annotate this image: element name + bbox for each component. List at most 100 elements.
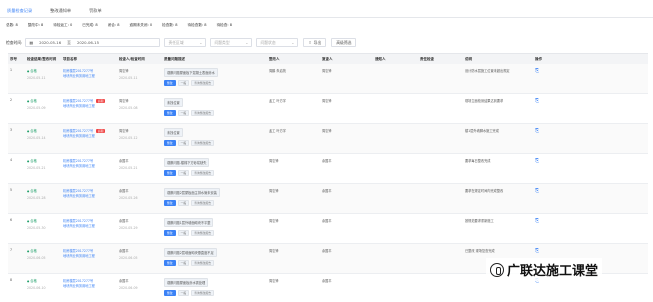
rectify-tag[interactable]: 整改 (164, 170, 176, 176)
severity-tag[interactable]: 一般 (177, 290, 190, 296)
report-link[interactable]: 查询整改报告 (191, 110, 215, 116)
project-subname[interactable]: 地块商业商务用地工程 (63, 133, 115, 138)
row-index: 1 (10, 68, 13, 72)
table-row[interactable]: 2合格2020-05-09机房楼层2017277号超期地块商业商务用地工程周忘锋… (8, 94, 648, 124)
report-link[interactable]: 查询整改报告 (191, 290, 215, 296)
row-index: 6 (10, 218, 13, 222)
rectify-tag[interactable]: 整改 (164, 140, 176, 146)
stat-item[interactable]: 总数: 8 (6, 23, 18, 28)
view-detail-icon[interactable]: ⎘ (535, 218, 539, 224)
table-row[interactable]: 4合格2020-05-21机房楼层2017277号地块商业商务用地工程余国平20… (8, 154, 648, 184)
date-filter-label: 检查时间: (6, 39, 23, 45)
reviewer-cell: 周忘锋 (322, 129, 332, 133)
issue-description[interactable]: 观察问题2层墙面砌块垂直度不足 (164, 248, 217, 257)
rectify-tag[interactable]: 整改 (164, 80, 176, 86)
stat-item[interactable]: 待检查: 8 (217, 23, 232, 28)
area-select[interactable]: 责任区域 ⌄ (164, 38, 207, 47)
view-detail-icon[interactable]: ⎘ (535, 128, 539, 134)
result-cell: 合格 2020-06-10 (25, 278, 61, 290)
view-detail-icon[interactable]: ⎘ (535, 68, 539, 74)
issue-description[interactable]: 观察问题2层屋板面主排水管未安装 (164, 188, 220, 197)
report-link[interactable]: 查询整改报告 (191, 230, 215, 236)
stat-item[interactable]: 待检返工: 0 (53, 23, 72, 28)
result-status: 合格 (27, 188, 59, 193)
inspector-cell: 余国平 2020-05-21 (117, 158, 162, 170)
inspection-date: 2020-06-05 (119, 256, 138, 260)
severity-tag[interactable]: 一般 (177, 140, 190, 146)
issue-description[interactable]: 观察问题-楼梯下方砂浆缺失 (164, 158, 210, 167)
result-cell: 合格 2020-05-30 (25, 218, 61, 230)
inspector-name: 余国平 (119, 279, 129, 283)
inspection-date: 2020-05-26 (119, 196, 138, 200)
rectifier-cell: 周鹏 朱启苑 (269, 69, 286, 73)
inspection-date: 2020-06-09 (119, 286, 138, 290)
project-subname[interactable]: 地块商业商务用地工程 (63, 223, 115, 228)
stat-item[interactable]: 闭合: 8 (108, 23, 120, 28)
issue-description[interactable]: 观察问题1层外墙面砌块不平整 (164, 218, 214, 227)
table-row[interactable]: 6合格2020-05-30机房楼层2017277号地块商业商务用地工程余国平20… (8, 214, 648, 244)
report-link[interactable]: 查询整改报告 (191, 140, 215, 146)
severity-tag[interactable]: 一般 (177, 200, 190, 206)
table-row[interactable]: 1合格2020-05-11机房楼层2017277号地块商业商务用地工程周忘锋20… (8, 64, 648, 94)
severity-tag[interactable]: 一般 (177, 260, 190, 266)
issue-actions: 整改 一般 查询整改报告 (164, 140, 265, 146)
date-from[interactable]: 2020-05-16 (39, 40, 61, 45)
project-subname[interactable]: 地块商业商务用地工程 (63, 73, 115, 78)
stat-item[interactable]: 逾期未关闭: 0 (130, 23, 153, 28)
note-cell: 要求每日整改完成 (465, 159, 491, 163)
inspection-date: 2020-05-21 (119, 166, 138, 170)
overdue-badge: 超期 (96, 129, 106, 133)
stat-item[interactable]: 已完成: 8 (82, 23, 97, 28)
rectify-tag[interactable]: 整改 (164, 200, 176, 206)
severity-tag[interactable]: 一般 (177, 230, 190, 236)
date-range-picker[interactable]: ▦ 2020-05-16 至 2020-06-15 (25, 38, 161, 47)
project-subname[interactable]: 地块商业商务用地工程 (63, 163, 115, 168)
actions-cell: ⎘ (533, 68, 588, 74)
table-row[interactable]: 3合格2020-05-14机房楼层2017277号超期地块商业商务用地工程周忘锋… (8, 124, 648, 154)
rectify-tag[interactable]: 整改 (164, 230, 176, 236)
date-to[interactable]: 2020-06-15 (77, 40, 99, 45)
table-row[interactable]: 5合格2020-05-28机房楼层2017277号地块商业商务用地工程余国平20… (8, 184, 648, 214)
severity-tag[interactable]: 一般 (177, 170, 190, 176)
project-subname[interactable]: 地块商业商务用地工程 (63, 283, 115, 288)
issue-actions: 整改 一般 查询整改报告 (164, 290, 265, 296)
issue-type-select[interactable]: 问题类型 ⌄ (210, 38, 253, 47)
issue-actions: 整改 一般 查询整改报告 (164, 230, 265, 236)
project-subname[interactable]: 地块商业商务用地工程 (63, 103, 115, 108)
project-cell: 机房楼层2017277号 地块商业商务用地工程 (61, 278, 117, 288)
rectify-tag[interactable]: 整改 (164, 290, 176, 296)
rectify-tag[interactable]: 整改 (164, 110, 176, 116)
col-header: 说明 (465, 56, 472, 61)
report-link[interactable]: 查询整改报告 (191, 80, 215, 86)
view-detail-icon[interactable]: ⎘ (535, 188, 539, 194)
issue-status-select[interactable]: 问题状态 ⌄ (256, 38, 299, 47)
stat-item[interactable]: 待检查数: 8 (188, 23, 207, 28)
report-link[interactable]: 查询整改报告 (191, 200, 215, 206)
issue-description[interactable]: 未找位置 (164, 98, 183, 107)
date-separator: 至 (67, 39, 71, 45)
severity-tag[interactable]: 一般 (177, 80, 190, 86)
stat-item[interactable]: 检查数: 8 (162, 23, 177, 28)
export-icon: ⇧ (308, 40, 312, 45)
col-header: 操作 (535, 56, 542, 61)
reviewer-cell: 余国平 (322, 189, 332, 193)
project-subname[interactable]: 地块商业商务用地工程 (63, 253, 115, 258)
view-detail-icon[interactable]: ⎘ (535, 248, 539, 254)
report-link[interactable]: 查询整改报告 (191, 170, 215, 176)
rectify-tag[interactable]: 整改 (164, 260, 176, 266)
result-status: 合格 (27, 218, 59, 223)
stat-item[interactable]: 整改中: 8 (28, 23, 43, 28)
view-detail-icon[interactable]: ⎘ (535, 98, 539, 104)
advanced-filter-button[interactable]: 高级筛选 (331, 38, 357, 47)
note-cell: 已整改 现场复查完成 (465, 249, 495, 253)
issue-description[interactable]: 观察问题屋面板渗水需处理 (164, 278, 209, 287)
report-link[interactable]: 查询整改报告 (191, 260, 215, 266)
project-subname[interactable]: 地块商业商务用地工程 (63, 193, 115, 198)
view-detail-icon[interactable]: ⎘ (535, 158, 539, 164)
severity-tag[interactable]: 一般 (177, 110, 190, 116)
result-cell: 合格 2020-06-05 (25, 248, 61, 260)
export-button[interactable]: ⇧ 导出 (303, 38, 327, 47)
inspector-cell: 周忘锋 2020-05-08 (117, 98, 162, 110)
issue-description[interactable]: 观察问题屋面板下混凝土表面渗水 (164, 68, 218, 77)
issue-description[interactable]: 未找位置 (164, 128, 183, 137)
